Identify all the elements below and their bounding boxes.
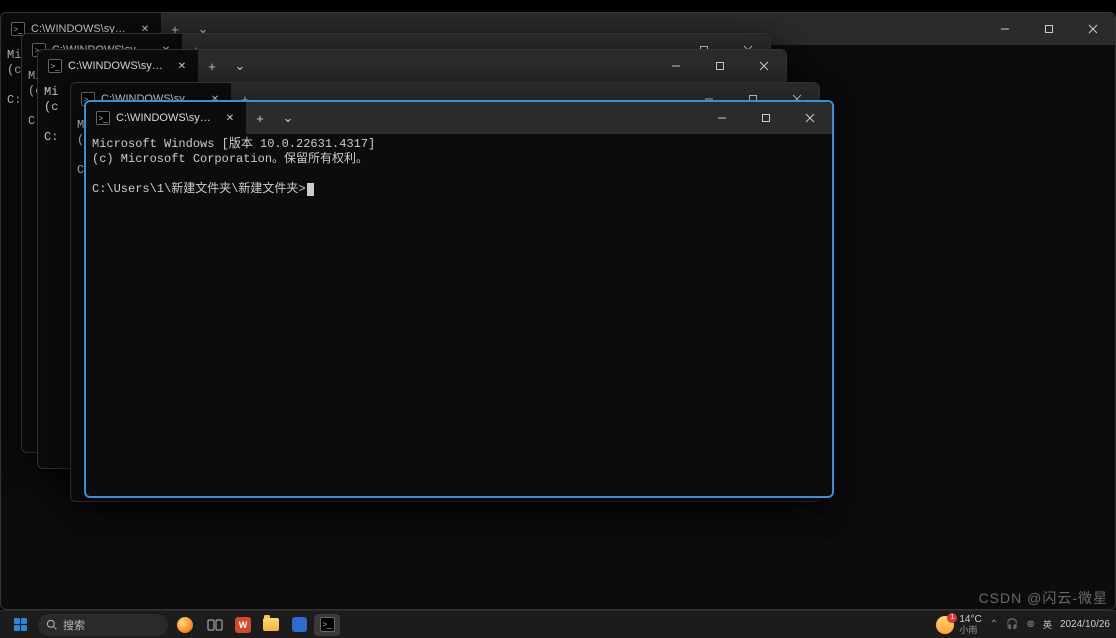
weather-alert-badge: 1 bbox=[947, 613, 957, 623]
desktop: { "windows": [ { "tab_title": "C:\\WINDO… bbox=[0, 0, 1116, 638]
windows-logo-icon bbox=[14, 618, 27, 631]
system-tray[interactable]: 1 14°C 小雨 ⌃ 🎧 ⊚ 英 2024/10/26 bbox=[936, 615, 1110, 635]
terminal-line: (c) Microsoft Corporation。保留所有权利。 bbox=[92, 152, 368, 166]
search-placeholder: 搜索 bbox=[63, 617, 85, 633]
terminal-window-5[interactable]: >_ C:\WINDOWS\system32\cmd. ✕ + ⌄ Micros… bbox=[84, 100, 834, 498]
taskbar-clock[interactable]: 2024/10/26 bbox=[1060, 619, 1110, 630]
search-box[interactable]: 搜索 bbox=[38, 614, 168, 636]
tab-dropdown-icon[interactable]: ⌄ bbox=[226, 50, 254, 82]
weather-temp: 14°C bbox=[959, 615, 981, 625]
terminal-body[interactable]: Microsoft Windows [版本 10.0.22631.4317] (… bbox=[86, 134, 832, 496]
taskbar-app-wps[interactable]: W bbox=[230, 614, 256, 636]
taskbar[interactable]: 搜索 W >_ 1 bbox=[0, 610, 1116, 638]
weather-widget[interactable]: 1 14°C 小雨 bbox=[936, 615, 981, 635]
tray-icon[interactable]: 🎧 bbox=[1006, 619, 1018, 630]
tray-network-icon[interactable]: ⊚ bbox=[1027, 619, 1035, 630]
weather-label: 小雨 bbox=[959, 625, 981, 635]
maximize-button[interactable] bbox=[1027, 13, 1071, 45]
close-button[interactable] bbox=[1071, 13, 1115, 45]
close-tab-icon[interactable]: ✕ bbox=[174, 58, 190, 74]
search-icon bbox=[46, 619, 57, 630]
tray-ime-icon[interactable]: 英 bbox=[1043, 618, 1052, 631]
planet-icon bbox=[177, 617, 193, 633]
tab-dropdown-icon[interactable]: ⌄ bbox=[274, 102, 302, 134]
taskbar-app-generic[interactable] bbox=[286, 614, 312, 636]
tab-title: C:\WINDOWS\system32\cmd. bbox=[68, 60, 168, 72]
new-tab-button[interactable]: + bbox=[246, 102, 274, 134]
close-button[interactable] bbox=[788, 102, 832, 134]
taskbar-app-taskview[interactable] bbox=[202, 614, 228, 636]
wps-icon: W bbox=[235, 617, 251, 633]
taskbar-app-terminal[interactable]: >_ bbox=[314, 614, 340, 636]
cmd-icon: >_ bbox=[96, 111, 110, 125]
cursor bbox=[307, 183, 314, 196]
folder-icon bbox=[263, 618, 279, 631]
tab-title: C:\WINDOWS\system32\cmd. bbox=[116, 112, 216, 124]
minimize-button[interactable] bbox=[983, 13, 1027, 45]
close-button[interactable] bbox=[742, 50, 786, 82]
terminal-icon: >_ bbox=[320, 617, 335, 632]
terminal-line: Microsoft Windows [版本 10.0.22631.4317] bbox=[92, 137, 375, 151]
taskbar-orb-icon[interactable] bbox=[172, 614, 198, 636]
cmd-icon: >_ bbox=[48, 59, 62, 73]
maximize-button[interactable] bbox=[744, 102, 788, 134]
titlebar-drag-area[interactable] bbox=[302, 102, 700, 134]
titlebar-drag-area[interactable] bbox=[254, 50, 654, 82]
minimize-button[interactable] bbox=[654, 50, 698, 82]
close-tab-icon[interactable]: ✕ bbox=[222, 110, 238, 126]
titlebar[interactable]: >_ C:\WINDOWS\system32\cmd. ✕ + ⌄ bbox=[86, 102, 832, 134]
taskbar-app-explorer[interactable] bbox=[258, 614, 284, 636]
taskview-icon bbox=[207, 617, 223, 633]
app-icon bbox=[292, 617, 307, 632]
new-tab-button[interactable]: + bbox=[198, 50, 226, 82]
terminal-tab[interactable]: >_ C:\WINDOWS\system32\cmd. ✕ bbox=[86, 102, 246, 134]
minimize-button[interactable] bbox=[700, 102, 744, 134]
titlebar[interactable]: >_ C:\WINDOWS\system32\cmd. ✕ + ⌄ bbox=[38, 50, 786, 82]
weather-icon: 1 bbox=[936, 616, 954, 634]
taskbar-pinned-apps: W >_ bbox=[202, 614, 340, 636]
maximize-button[interactable] bbox=[698, 50, 742, 82]
terminal-prompt: C:\Users\1\新建文件夹\新建文件夹> bbox=[92, 182, 306, 196]
start-button[interactable] bbox=[6, 614, 34, 636]
clock-date: 2024/10/26 bbox=[1060, 619, 1110, 630]
terminal-tab[interactable]: >_ C:\WINDOWS\system32\cmd. ✕ bbox=[38, 50, 198, 82]
tray-indicator-icon[interactable]: ⌃ bbox=[990, 619, 998, 630]
